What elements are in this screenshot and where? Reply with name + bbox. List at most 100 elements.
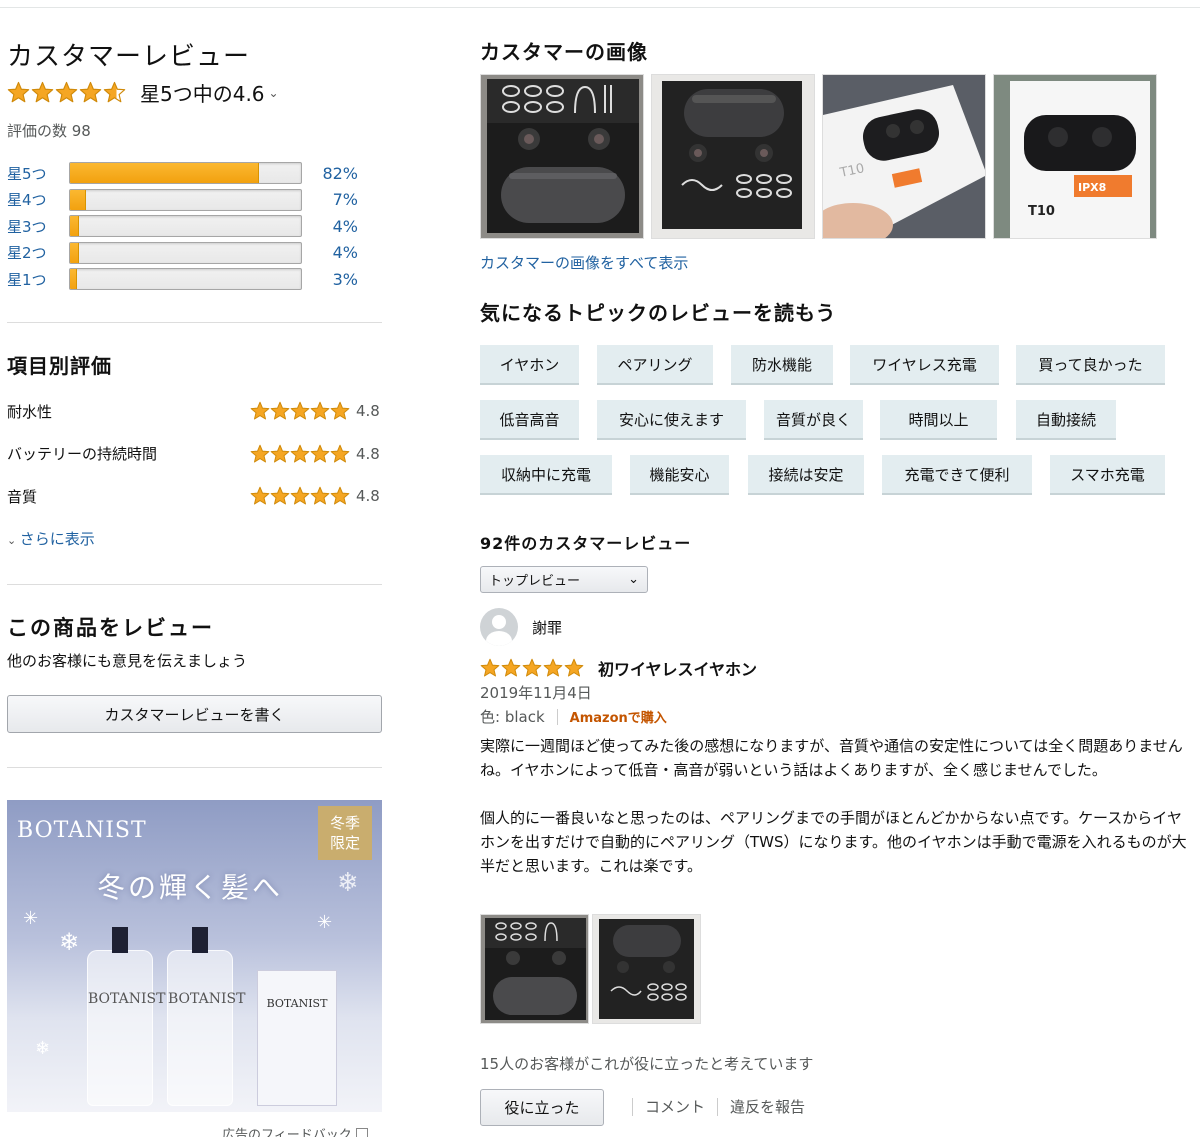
review-date: 2019年11月4日 bbox=[480, 684, 592, 702]
histogram-label: 星1つ bbox=[7, 270, 47, 289]
report-abuse-link[interactable]: 違反を報告 bbox=[730, 1096, 805, 1117]
rating-count: 評価の数 98 bbox=[7, 122, 91, 140]
topic-chip[interactable]: イヤホン bbox=[480, 345, 579, 383]
star-icon bbox=[310, 444, 330, 463]
review-image[interactable] bbox=[592, 914, 701, 1024]
write-review-button[interactable]: カスタマーレビューを書く bbox=[7, 695, 382, 733]
customer-image[interactable] bbox=[480, 74, 644, 239]
customer-image[interactable] bbox=[651, 74, 815, 239]
review-image[interactable] bbox=[480, 914, 589, 1024]
ad-banner[interactable]: BOTANIST 冬季 限定 冬の輝く髪へ ✳ ❄ ❄ ✳ ❄ BOTANIST… bbox=[7, 800, 382, 1112]
ad-badge: 冬季 限定 bbox=[318, 806, 372, 860]
histogram-row[interactable]: 星1つ 3% bbox=[7, 268, 382, 290]
topic-chip[interactable]: ペアリング bbox=[597, 345, 713, 383]
histogram-bar bbox=[69, 162, 302, 184]
charging-case-photo bbox=[652, 75, 814, 238]
histogram-fill bbox=[70, 216, 80, 236]
topic-chip[interactable]: 自動接続 bbox=[1016, 400, 1116, 438]
customer-image[interactable]: IPX8 T10 bbox=[993, 74, 1157, 239]
ad-badge-line2: 限定 bbox=[329, 834, 360, 852]
comment-link[interactable]: コメント bbox=[645, 1096, 705, 1117]
topic-chip[interactable]: 接続は安定 bbox=[748, 455, 864, 493]
topic-chip[interactable]: 時間以上 bbox=[880, 400, 997, 438]
sort-select[interactable]: トップレビュー ⌄ bbox=[480, 566, 648, 593]
review-body: 実際に一週間ほど使ってみた後の感想になりますが、音質や通信の安定性については全く… bbox=[480, 734, 1196, 902]
write-review-subtext: 他のお客様にも意見を伝えましょう bbox=[7, 652, 248, 670]
star-icon bbox=[480, 658, 500, 677]
ad-feedback[interactable]: 広告のフィードバック bbox=[222, 1124, 368, 1137]
histogram-percent: 82% bbox=[322, 163, 358, 183]
topic-chip[interactable]: 安心に使えます bbox=[597, 400, 746, 438]
histogram-bar bbox=[69, 215, 302, 237]
star-icon bbox=[501, 658, 521, 677]
topic-chip[interactable]: 機能安心 bbox=[630, 455, 729, 493]
histogram-fill bbox=[70, 242, 80, 263]
ad-tagline: 冬の輝く髪へ bbox=[97, 871, 284, 904]
reviews-heading: カスタマーレビュー bbox=[7, 42, 251, 72]
ad-brand: BOTANIST bbox=[17, 818, 147, 843]
chevron-down-icon: ⌄ bbox=[628, 572, 639, 587]
write-review-heading: この商品をレビュー bbox=[7, 616, 214, 640]
histogram-percent: 4% bbox=[332, 216, 358, 236]
earbuds-tray-photo bbox=[481, 915, 588, 1023]
star-icon bbox=[270, 401, 290, 420]
variant-text: 色: black bbox=[480, 708, 545, 726]
histogram-row[interactable]: 星2つ 4% bbox=[7, 241, 382, 264]
topic-chip[interactable]: 買って良かった bbox=[1016, 345, 1165, 383]
topic-chip[interactable]: 収納中に充電 bbox=[480, 455, 612, 493]
customer-image[interactable]: T10 bbox=[822, 74, 986, 239]
shampoo-bottle: BOTANIST bbox=[87, 927, 165, 1106]
review-paragraph: 個人的に一番良いなと思ったのは、ペアリングまでの手間がほとんどかからない点です。… bbox=[480, 809, 1187, 875]
helpful-button[interactable]: 役に立った bbox=[480, 1089, 604, 1126]
product-box-photo: T10 bbox=[823, 75, 985, 238]
customer-images: T10 IPX8 T10 bbox=[480, 74, 1157, 239]
topic-chip[interactable]: 充電できて便利 bbox=[882, 455, 1032, 493]
histogram-label: 星5つ bbox=[7, 164, 47, 183]
attribute-name: 音質 bbox=[7, 487, 38, 506]
show-more-link[interactable]: ⌄ さらに表示 bbox=[7, 528, 95, 549]
attribute-stars bbox=[250, 444, 350, 464]
topic-chip[interactable]: 低音高音 bbox=[480, 400, 579, 438]
attribute-value: 4.8 bbox=[356, 487, 380, 505]
attribute-name: 耐水性 bbox=[7, 402, 53, 421]
review-images bbox=[480, 914, 701, 1024]
review-actions: コメント 違反を報告 bbox=[620, 1096, 805, 1117]
star-icon bbox=[543, 658, 563, 677]
reviewer[interactable]: 謝罪 bbox=[480, 608, 562, 646]
chevron-down-icon[interactable]: ⌄ bbox=[269, 86, 279, 100]
review-count-heading: 92件のカスタマーレビュー bbox=[480, 534, 692, 553]
topic-chip[interactable]: ワイヤレス充電 bbox=[850, 345, 999, 383]
topic-chip[interactable]: 防水機能 bbox=[731, 345, 833, 383]
snowflake-icon: ❄ bbox=[35, 1038, 51, 1059]
treatment-bottle: BOTANIST bbox=[167, 927, 245, 1106]
product-box-front-photo: IPX8 T10 bbox=[994, 75, 1156, 238]
histogram-row[interactable]: 星3つ 4% bbox=[7, 215, 382, 237]
histogram-fill bbox=[70, 189, 87, 210]
histogram-label: 星2つ bbox=[7, 244, 47, 262]
reviewer-name: 謝罪 bbox=[532, 618, 563, 637]
package-label: BOTANIST bbox=[266, 997, 328, 1010]
chevron-down-icon: ⌄ bbox=[7, 534, 20, 547]
see-all-images-link[interactable]: カスタマーの画像をすべて表示 bbox=[480, 252, 688, 273]
earbuds-tray-photo bbox=[481, 75, 643, 238]
hair-mask-package: BOTANIST bbox=[257, 970, 337, 1106]
separator bbox=[632, 1097, 633, 1116]
histogram-row[interactable]: 星5つ 82% bbox=[7, 162, 382, 184]
histogram-bar bbox=[69, 268, 302, 290]
attribute-value: 4.8 bbox=[356, 444, 380, 463]
review-title-row[interactable]: 初ワイヤレスイヤホン bbox=[480, 656, 757, 680]
histogram-percent: 4% bbox=[332, 243, 358, 262]
topic-chip[interactable]: 音質が良く bbox=[764, 400, 863, 438]
star-icon bbox=[564, 658, 584, 677]
attribute-stars bbox=[250, 401, 350, 421]
histogram-row[interactable]: 星4つ 7% bbox=[7, 188, 382, 211]
ad-badge-line1: 冬季 bbox=[329, 814, 360, 832]
topic-chip[interactable]: スマホ充電 bbox=[1050, 455, 1165, 493]
overall-rating[interactable]: 星5つ中の4.6 ⌄ bbox=[7, 78, 279, 107]
bottle-pump bbox=[192, 927, 208, 953]
sort-selected: トップレビュー bbox=[489, 574, 581, 589]
star-icon bbox=[310, 401, 330, 420]
review-title: 初ワイヤレスイヤホン bbox=[598, 660, 758, 679]
rating-text: 星5つ中の4.6 bbox=[140, 82, 265, 106]
review-paragraph: 実際に一週間ほど使ってみた後の感想になりますが、音質や通信の安定性については全く… bbox=[480, 737, 1183, 779]
